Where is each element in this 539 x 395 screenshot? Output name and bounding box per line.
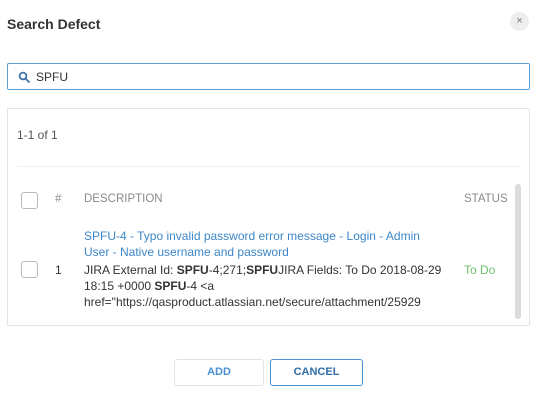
results-panel: 1-1 of 1 # Description Status 1 SPFU-4 -… <box>7 108 530 326</box>
search-input[interactable] <box>36 66 516 87</box>
column-header-description[interactable]: Description <box>84 193 163 205</box>
add-button[interactable]: Add <box>174 359 264 386</box>
description-segment: JIRA External Id: <box>84 263 177 277</box>
row-number: 1 <box>55 263 62 277</box>
search-field[interactable] <box>7 63 530 90</box>
dialog-title: Search Defect <box>7 16 101 32</box>
description-highlight: SPFU <box>154 279 187 293</box>
defect-description: JIRA External Id: SPFU-4;271;SPFUJIRA Fi… <box>84 262 456 310</box>
defect-title-link[interactable]: SPFU-4 - Typo invalid password error mes… <box>84 228 439 260</box>
divider <box>17 166 520 167</box>
select-all-checkbox[interactable] <box>21 192 38 209</box>
scrollbar-thumb[interactable] <box>515 184 521 319</box>
scrollbar[interactable] <box>515 184 521 319</box>
result-count: 1-1 of 1 <box>17 128 58 142</box>
description-highlight: SPFU <box>246 263 279 277</box>
description-highlight: SPFU <box>176 263 209 277</box>
cancel-button[interactable]: Cancel <box>270 359 363 386</box>
close-icon[interactable]: × <box>510 12 529 31</box>
search-icon <box>18 71 30 83</box>
row-checkbox[interactable] <box>21 261 38 278</box>
description-segment: -4;271; <box>208 263 247 277</box>
column-header-number: # <box>55 193 62 205</box>
status-badge: To Do <box>464 263 496 277</box>
column-header-status[interactable]: Status <box>464 193 508 205</box>
